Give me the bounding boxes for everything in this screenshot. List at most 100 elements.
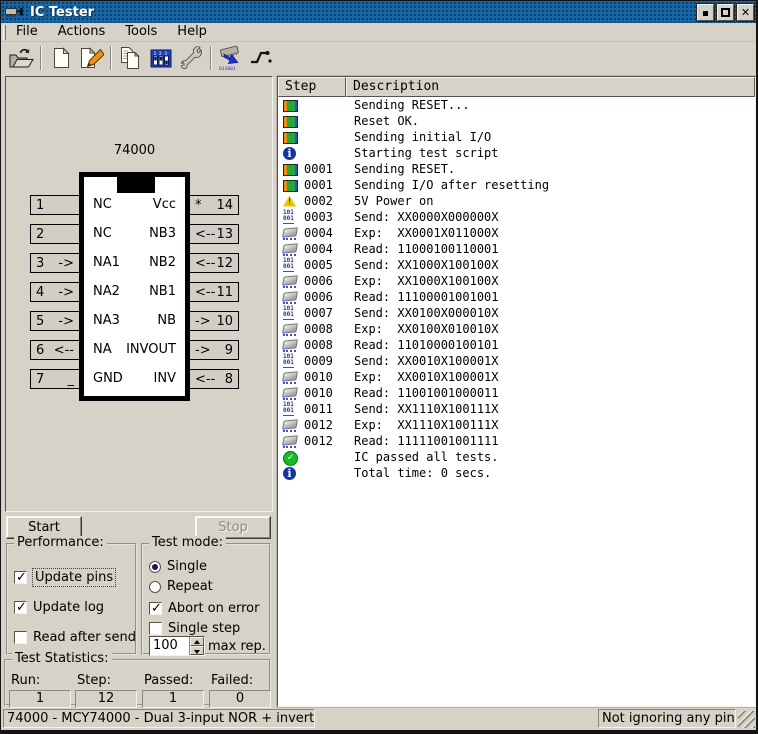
log-list[interactable]: Sending RESET...Reset OK.Sending initial… bbox=[278, 97, 755, 706]
log-row[interactable]: 0004Exp: XX0001X011000X bbox=[278, 225, 755, 241]
pin-number: 11 bbox=[216, 285, 233, 300]
checkbox-single-step[interactable] bbox=[149, 622, 162, 635]
log-row[interactable]: 0001Sending RESET. bbox=[278, 161, 755, 177]
menu-actions[interactable]: Actions bbox=[48, 23, 116, 41]
log-row[interactable]: Reset OK. bbox=[278, 113, 755, 129]
new-button[interactable] bbox=[46, 43, 76, 73]
spin-up-button[interactable] bbox=[190, 637, 204, 646]
pin-10[interactable]: ->10 bbox=[189, 311, 239, 331]
checkbox-update-pins[interactable] bbox=[14, 571, 27, 584]
log-row[interactable]: 0012Read: 11111001001111 bbox=[278, 433, 755, 449]
pin-number: 8 bbox=[225, 372, 233, 387]
pin-5[interactable]: 5 -> bbox=[30, 311, 80, 331]
log-row[interactable]: IC passed all tests. bbox=[278, 449, 755, 465]
chip-diagram: 74000 1NC2NC3->NA14->NA25->NA36<--NA7_GN… bbox=[6, 77, 272, 511]
pin-7[interactable]: 7_ bbox=[30, 369, 80, 389]
log-row[interactable]: 0010Read: 11001001000011 bbox=[278, 385, 755, 401]
radio-single[interactable] bbox=[149, 561, 161, 573]
pin-8[interactable]: <--8 bbox=[189, 369, 239, 389]
log-row[interactable]: 0006Exp: XX1000X100100X bbox=[278, 273, 755, 289]
test-ic-button[interactable]: 011001 bbox=[216, 43, 246, 73]
stat-label-passed-: Passed: bbox=[142, 673, 204, 688]
close-button[interactable]: ✕ bbox=[737, 4, 754, 21]
max-rep-value[interactable]: 100 bbox=[150, 637, 189, 655]
log-description: Exp: XX0100X010010X bbox=[354, 322, 499, 336]
log-row[interactable]: 0004Read: 11000100110001 bbox=[278, 241, 755, 257]
pin-11[interactable]: <--11 bbox=[189, 282, 239, 302]
log-row[interactable]: Sending initial I/O bbox=[278, 129, 755, 145]
pin-1[interactable]: 1 bbox=[30, 195, 80, 215]
log-description: Exp: XX0010X100001X bbox=[354, 370, 499, 384]
pin-number: 5 bbox=[36, 314, 44, 329]
title-bar[interactable]: IC Tester ✕ bbox=[1, 1, 756, 23]
chip-column: 74000 1NC2NC3->NA14->NA25->NA36<--NA7_GN… bbox=[4, 76, 274, 707]
stat-value-step-: 12 bbox=[75, 690, 137, 708]
log-step: 0007 bbox=[304, 306, 350, 320]
log-row[interactable]: Starting test script bbox=[278, 145, 755, 161]
pin-number: 14 bbox=[216, 198, 233, 213]
send-icon bbox=[282, 210, 298, 225]
maximize-button[interactable] bbox=[717, 4, 734, 21]
menu-help[interactable]: Help bbox=[167, 23, 217, 41]
copy-button[interactable] bbox=[116, 43, 146, 73]
log-row[interactable]: 0008Exp: XX0100X010010X bbox=[278, 321, 755, 337]
open-button[interactable] bbox=[6, 43, 36, 73]
pin-3[interactable]: 3-> bbox=[30, 253, 80, 273]
pin-13[interactable]: <--13 bbox=[189, 224, 239, 244]
log-row[interactable]: 0005Send: XX1000X100100X bbox=[278, 257, 755, 273]
log-description: Exp: XX0001X011000X bbox=[354, 226, 499, 240]
pin-label-na1: NA1 bbox=[93, 253, 120, 273]
menu-file[interactable]: File bbox=[6, 23, 48, 41]
log-row[interactable]: 0003Send: XX0000X000000X bbox=[278, 209, 755, 225]
pin-direction: -> bbox=[58, 314, 74, 329]
radio-repeat[interactable] bbox=[149, 581, 161, 593]
pin-6[interactable]: 6<-- bbox=[30, 340, 80, 360]
resize-grip[interactable] bbox=[738, 711, 755, 728]
log-row[interactable]: 0006Read: 11100001001001 bbox=[278, 289, 755, 305]
checkbox-abort-on-error[interactable] bbox=[149, 602, 162, 615]
stat-value-run-: 1 bbox=[9, 690, 71, 708]
option-single-step: Single step bbox=[149, 620, 240, 637]
column-header-step[interactable]: Step bbox=[278, 77, 346, 97]
checkbox-update-log[interactable] bbox=[14, 601, 27, 614]
open-icon bbox=[8, 46, 35, 70]
pin-9[interactable]: ->9 bbox=[189, 340, 239, 360]
log-step: 0001 bbox=[304, 162, 350, 176]
pin-4[interactable]: 4-> bbox=[30, 282, 80, 302]
pin-2[interactable]: 2 bbox=[30, 224, 80, 244]
app-icon bbox=[5, 5, 25, 20]
log-step: 0012 bbox=[304, 418, 350, 432]
log-step: 0010 bbox=[304, 370, 350, 384]
spin-down-button[interactable] bbox=[190, 646, 204, 655]
pin-14[interactable]: *14 bbox=[189, 195, 239, 215]
pin-direction: _ bbox=[68, 372, 75, 387]
pin-number: 12 bbox=[216, 256, 233, 271]
wrench-button[interactable] bbox=[176, 43, 206, 73]
copy-icon bbox=[118, 46, 144, 70]
pin-number: 1 bbox=[36, 198, 44, 213]
log-description: Exp: XX1110X100111X bbox=[354, 418, 499, 432]
pin-12[interactable]: <--12 bbox=[189, 253, 239, 273]
column-header-description[interactable]: Description bbox=[346, 77, 755, 97]
minimize-button[interactable] bbox=[697, 4, 714, 21]
max-rep-spinner[interactable]: 100 bbox=[149, 636, 205, 656]
checkbox-read-after-send[interactable] bbox=[14, 631, 27, 644]
log-row[interactable]: 0009Send: XX0010X100001X bbox=[278, 353, 755, 369]
log-description: Starting test script bbox=[354, 146, 499, 160]
log-row[interactable]: Total time: 0 secs. bbox=[278, 465, 755, 481]
minimize-icon bbox=[703, 11, 708, 16]
log-row[interactable]: 0012 Exp: XX1110X100111X bbox=[278, 417, 755, 433]
log-row[interactable]: Sending RESET... bbox=[278, 97, 755, 113]
log-row[interactable]: 0008Read: 11010000100101 bbox=[278, 337, 755, 353]
log-row[interactable]: 0010 Exp: XX0010X100001X bbox=[278, 369, 755, 385]
log-row[interactable]: 0011Send: XX1110X100111X bbox=[278, 401, 755, 417]
dip-switches-button[interactable]: 1 2 3 bbox=[146, 43, 176, 73]
probe-button[interactable] bbox=[246, 43, 276, 73]
menu-tools[interactable]: Tools bbox=[115, 23, 167, 41]
log-row[interactable]: 0007Send: XX0100X000010X bbox=[278, 305, 755, 321]
svg-text:011001: 011001 bbox=[219, 66, 236, 71]
chip-read-icon bbox=[282, 322, 298, 337]
log-row[interactable]: 0001Sending I/O after resetting bbox=[278, 177, 755, 193]
log-row[interactable]: 00025V Power on bbox=[278, 193, 755, 209]
edit-button[interactable] bbox=[76, 43, 106, 73]
